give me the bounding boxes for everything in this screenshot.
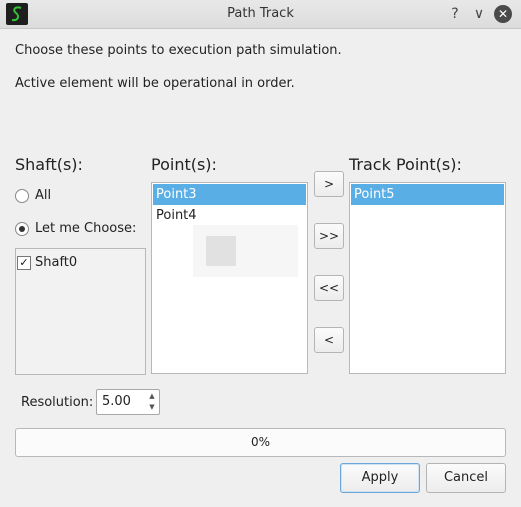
list-item[interactable]: Point3 bbox=[153, 184, 306, 205]
track-points-list[interactable]: Point5 bbox=[349, 182, 506, 374]
add-button[interactable]: > bbox=[314, 171, 344, 197]
minimize-button[interactable]: ∨ bbox=[470, 5, 488, 23]
shaft0-label[interactable]: Shaft0 bbox=[35, 255, 77, 270]
remove-button[interactable]: < bbox=[314, 327, 344, 353]
title-bar: Path Track ? ∨ ✕ bbox=[0, 0, 521, 29]
list-item[interactable]: Point5 bbox=[351, 184, 504, 205]
shafts-header: Shaft(s): bbox=[15, 155, 83, 174]
progress-text: 0% bbox=[250, 435, 271, 449]
drag-ghost-icon bbox=[206, 236, 236, 266]
cancel-button[interactable]: Cancel bbox=[426, 463, 506, 493]
all-radio[interactable] bbox=[15, 189, 29, 203]
points-list[interactable]: Point3 Point4 bbox=[151, 182, 308, 374]
window-title: Path Track bbox=[227, 6, 294, 21]
let-me-choose-label: Let me Choose: bbox=[35, 221, 137, 236]
spin-up-icon[interactable]: ▲ bbox=[147, 391, 157, 401]
resolution-label: Resolution: bbox=[21, 395, 94, 410]
remove-all-button[interactable]: << bbox=[314, 275, 344, 301]
list-item[interactable]: Point4 bbox=[153, 205, 306, 226]
add-all-button[interactable]: >> bbox=[314, 223, 344, 249]
points-header: Point(s): bbox=[151, 155, 217, 174]
let-me-choose-radio[interactable] bbox=[15, 222, 29, 236]
close-button[interactable]: ✕ bbox=[494, 5, 512, 23]
spin-down-icon[interactable]: ▼ bbox=[147, 402, 157, 412]
resolution-value[interactable]: 5.00 bbox=[102, 394, 131, 409]
intro-line-2: Active element will be operational in or… bbox=[15, 76, 295, 91]
all-radio-label: All bbox=[35, 188, 52, 203]
help-button[interactable]: ? bbox=[446, 5, 464, 23]
track-points-header: Track Point(s): bbox=[349, 155, 462, 174]
apply-button[interactable]: Apply bbox=[340, 463, 420, 493]
resolution-spinbox[interactable]: 5.00 ▲ ▼ bbox=[96, 389, 160, 415]
intro-line-1: Choose these points to execution path si… bbox=[15, 43, 342, 58]
progress-bar: 0% bbox=[15, 428, 506, 457]
shaft0-checkbox[interactable]: ✓ bbox=[17, 256, 31, 270]
